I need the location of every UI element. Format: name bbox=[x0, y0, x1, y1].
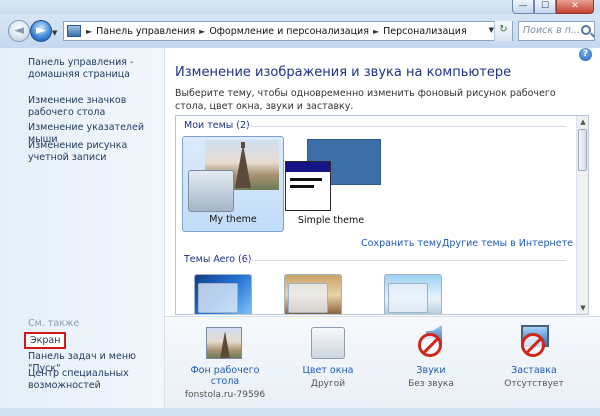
window-titlebar-preview bbox=[286, 162, 330, 172]
window-bottom-border bbox=[0, 408, 600, 416]
preview-line bbox=[290, 185, 314, 188]
theme-label: Simple theme bbox=[297, 215, 365, 226]
window-glass-preview bbox=[188, 170, 234, 212]
themes-scrollbar[interactable]: ▲ ▼ bbox=[576, 116, 588, 314]
eiffel-tower-image bbox=[235, 144, 251, 188]
close-button[interactable]: ✕ bbox=[556, 0, 594, 14]
group-divider bbox=[246, 260, 566, 261]
desktop-background-value: fonstola.ru-79596 bbox=[184, 390, 266, 400]
change-desktop-icons-link[interactable]: Изменение значков рабочего стола bbox=[28, 95, 156, 119]
sounds-item[interactable]: Звуки Без звука bbox=[383, 325, 479, 389]
screensaver-icon bbox=[515, 325, 553, 359]
main-content: ? Изменение изображения и звука на компь… bbox=[165, 48, 600, 408]
screensaver-item[interactable]: Заставка Отсутствует bbox=[486, 325, 582, 389]
breadcrumb-arrow[interactable]: ► bbox=[198, 27, 206, 36]
desktop-background-item[interactable]: Фон рабочего стола fonstola.ru-79596 bbox=[177, 327, 273, 400]
change-account-picture-link[interactable]: Изменение рисунка учетной записи bbox=[28, 140, 156, 164]
breadcrumb-root-arrow[interactable]: ► bbox=[85, 27, 93, 36]
refresh-button[interactable]: ↻ bbox=[494, 21, 512, 41]
tower-top bbox=[241, 142, 245, 148]
window-color-item[interactable]: Цвет окна Другой bbox=[280, 327, 376, 389]
themes-list[interactable]: Мои темы (2) My theme Simple theme Сохра… bbox=[175, 115, 589, 315]
scroll-up-arrow[interactable]: ▲ bbox=[577, 116, 588, 128]
more-themes-online-link[interactable]: Другие темы в Интернете bbox=[442, 238, 573, 249]
window-controls: — ☐ ✕ bbox=[512, 0, 594, 14]
ease-of-access-link[interactable]: Центр специальных возможностей bbox=[28, 368, 156, 392]
sounds-label[interactable]: Звуки bbox=[383, 365, 479, 376]
window-color-icon bbox=[311, 327, 345, 359]
back-button[interactable]: ◄ bbox=[8, 20, 30, 42]
title-bar: — ☐ ✕ bbox=[0, 0, 600, 14]
recent-pages-dropdown[interactable]: ▼ bbox=[52, 29, 57, 37]
navigation-bar: ◄ ► ▼ ► Панель управления ► Оформление и… bbox=[0, 14, 600, 48]
see-also-label: См. также bbox=[28, 318, 80, 329]
screensaver-label[interactable]: Заставка bbox=[486, 365, 582, 376]
control-panel-icon bbox=[67, 25, 81, 37]
left-task-pane: Панель управления - домашняя страница Из… bbox=[0, 48, 165, 408]
maximize-button[interactable]: ☐ bbox=[534, 0, 556, 14]
scroll-down-arrow[interactable]: ▼ bbox=[577, 302, 588, 314]
window-color-value: Другой bbox=[310, 379, 346, 389]
theme-settings-bar: Фон рабочего стола fonstola.ru-79596 Цве… bbox=[165, 316, 600, 408]
breadcrumb-control-panel[interactable]: Панель управления bbox=[93, 26, 198, 37]
simple-window-preview bbox=[285, 161, 331, 211]
window-glass-preview bbox=[288, 283, 328, 313]
window-glass-preview bbox=[388, 283, 428, 313]
eiffel-tower-image bbox=[220, 331, 230, 358]
sounds-value: Без звука bbox=[408, 379, 454, 389]
desktop-background-icon bbox=[206, 327, 242, 359]
page-description: Выберите тему, чтобы одновременно измени… bbox=[175, 88, 556, 112]
theme-my-theme[interactable]: My theme bbox=[182, 136, 284, 232]
preview-line bbox=[290, 178, 322, 181]
breadcrumb-personalization[interactable]: Персонализация bbox=[380, 26, 470, 37]
theme-label: My theme bbox=[209, 214, 257, 225]
forward-button[interactable]: ► bbox=[30, 20, 52, 42]
group-divider bbox=[246, 126, 566, 127]
save-theme-link[interactable]: Сохранить тему bbox=[361, 238, 442, 249]
desktop-background-label[interactable]: Фон рабочего стола bbox=[177, 365, 273, 387]
breadcrumb-arrow[interactable]: ► bbox=[372, 27, 380, 36]
search-placeholder: Поиск в п... bbox=[523, 25, 580, 36]
address-bar[interactable]: ► Панель управления ► Оформление и персо… bbox=[63, 21, 513, 41]
minimize-button[interactable]: — bbox=[512, 0, 534, 14]
aero-theme-windows[interactable] bbox=[194, 274, 252, 314]
prohibited-icon bbox=[418, 333, 442, 357]
aero-themes-header: Темы Aero (6) bbox=[184, 254, 252, 265]
window-glass-preview bbox=[198, 283, 238, 313]
prohibited-icon bbox=[521, 333, 545, 357]
theme-simple-theme[interactable]: Simple theme bbox=[280, 136, 382, 232]
display-link[interactable]: Экран bbox=[24, 332, 67, 349]
breadcrumb-appearance[interactable]: Оформление и персонализация bbox=[206, 26, 372, 37]
my-themes-header: Мои темы (2) bbox=[184, 120, 250, 131]
sounds-icon bbox=[412, 325, 450, 359]
control-panel-home-link[interactable]: Панель управления - домашняя страница bbox=[28, 57, 156, 81]
window-color-label[interactable]: Цвет окна bbox=[280, 365, 376, 376]
aero-theme-characters[interactable] bbox=[384, 274, 442, 314]
aero-theme-architecture[interactable] bbox=[284, 274, 342, 314]
search-input[interactable]: Поиск в п... bbox=[518, 21, 595, 41]
page-title: Изменение изображения и звука на компьют… bbox=[175, 65, 512, 80]
scroll-thumb[interactable] bbox=[578, 129, 587, 171]
search-icon[interactable] bbox=[581, 25, 591, 35]
screensaver-value: Отсутствует bbox=[504, 379, 564, 389]
help-icon[interactable]: ? bbox=[579, 48, 592, 61]
